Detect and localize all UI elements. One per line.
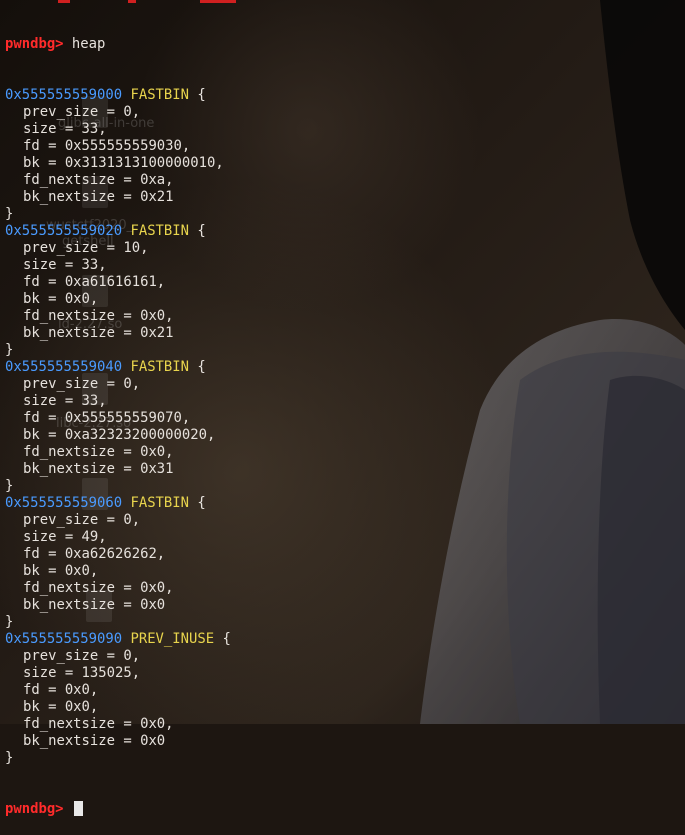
chunk-field: bk_nextsize = 0x31 [23,461,174,477]
chunk-field: bk = 0x3131313100000010, [23,155,224,171]
chunk-field: size = 33, [23,121,107,137]
chunk-field: fd_nextsize = 0x0, [23,716,174,732]
close-brace: } [5,614,14,630]
chunk-header: 0x555555559000 FASTBIN { [5,87,685,104]
chunk-header: 0x555555559090 PREV_INUSE { [5,631,685,648]
text-cursor [73,801,83,816]
chunk-field: prev_size = 0, [23,376,141,392]
chunk-field: fd_nextsize = 0x0, [23,308,174,324]
terminal-output[interactable]: pwndbg> heap 0x555555559000 FASTBIN {pre… [0,0,685,817]
prompt: pwndbg> [5,36,64,52]
chunk-address: 0x555555559060 [5,495,123,511]
chunk-field: prev_size = 0, [23,104,141,120]
heap-chunk-list: 0x555555559000 FASTBIN {prev_size = 0, si… [5,87,685,767]
chunk-header: 0x555555559040 FASTBIN { [5,359,685,376]
chunk-field: fd = 0x555555559070, [23,410,191,426]
chunk-address: 0x555555559090 [5,631,123,647]
chunk-field: bk_nextsize = 0x21 [23,325,174,341]
previous-output-fragment [0,0,685,3]
open-brace: { [197,87,206,103]
close-brace: } [5,342,14,358]
chunk-type-label: PREV_INUSE [130,631,215,647]
chunk-field: bk = 0x0, [23,699,99,715]
chunk-field: size = 33, [23,393,107,409]
prompt-line: pwndbg> heap [5,36,685,53]
chunk-field: size = 33, [23,257,107,273]
close-brace: } [5,206,14,222]
chunk-field: bk_nextsize = 0x0 [23,733,166,749]
chunk-type-label: FASTBIN [130,223,190,239]
chunk-field: bk = 0x0, [23,563,99,579]
chunk-type-label: FASTBIN [130,87,190,103]
chunk-field: fd_nextsize = 0x0, [23,580,174,596]
chunk-address: 0x555555559000 [5,87,123,103]
prompt: pwndbg> [5,801,64,817]
chunk-field: prev_size = 0, [23,648,141,664]
chunk-field: fd = 0xa62626262, [23,546,166,562]
chunk-field: bk = 0xa32323200000020, [23,427,216,443]
command-text: heap [71,36,106,52]
chunk-field: fd_nextsize = 0xa, [23,172,174,188]
close-brace: } [5,478,14,494]
chunk-field: size = 135025, [23,665,141,681]
open-brace: { [197,495,206,511]
chunk-address: 0x555555559040 [5,359,123,375]
chunk-header: 0x555555559020 FASTBIN { [5,223,685,240]
open-brace: { [197,223,206,239]
chunk-address: 0x555555559020 [5,223,123,239]
chunk-field: fd = 0x555555559030, [23,138,191,154]
chunk-field: fd = 0xa61616161, [23,274,166,290]
open-brace: { [197,359,206,375]
open-brace: { [222,631,231,647]
chunk-field: bk_nextsize = 0x0 [23,597,166,613]
close-brace: } [5,750,14,766]
prompt-line[interactable]: pwndbg> [5,801,685,818]
chunk-field: prev_size = 10, [23,240,149,256]
chunk-field: bk = 0x0, [23,291,99,307]
chunk-field: fd = 0x0, [23,682,99,698]
chunk-header: 0x555555559060 FASTBIN { [5,495,685,512]
chunk-field: bk_nextsize = 0x21 [23,189,174,205]
chunk-field: size = 49, [23,529,107,545]
chunk-type-label: FASTBIN [130,495,190,511]
chunk-type-label: FASTBIN [130,359,190,375]
chunk-field: fd_nextsize = 0x0, [23,444,174,460]
chunk-field: prev_size = 0, [23,512,141,528]
